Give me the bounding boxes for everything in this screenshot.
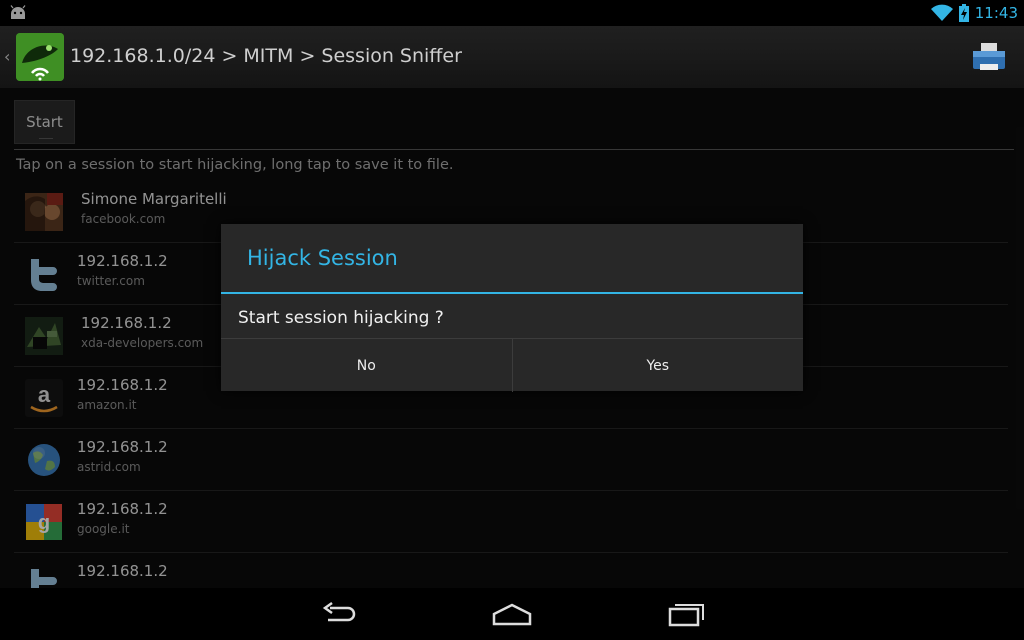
back-icon[interactable] <box>318 600 358 628</box>
status-bar: 11:43 <box>0 0 1024 26</box>
no-button[interactable]: No <box>221 339 512 392</box>
action-bar: ‹ 192.168.1.0/24 > MITM > Session Sniffe… <box>0 26 1024 88</box>
recents-icon[interactable] <box>666 600 706 628</box>
wifi-icon <box>930 4 953 21</box>
android-icon <box>10 5 26 19</box>
hijack-session-dialog: Hijack Session Start session hijacking ?… <box>221 224 803 392</box>
clock: 11:43 <box>974 4 1018 22</box>
dialog-title: Hijack Session <box>247 246 398 270</box>
navigation-bar <box>0 588 1024 640</box>
dialog-button-bar: No Yes <box>221 338 803 392</box>
dialog-title-divider <box>221 292 803 294</box>
dialog-message: Start session hijacking ? <box>238 308 444 328</box>
home-icon[interactable] <box>492 600 532 628</box>
page-title: 192.168.1.0/24 > MITM > Session Sniffer <box>70 45 462 67</box>
chevron-left-icon[interactable]: ‹ <box>4 47 10 66</box>
battery-charging-icon <box>958 4 969 22</box>
app-logo-icon[interactable] <box>16 33 64 81</box>
printer-icon[interactable] <box>972 40 1006 74</box>
yes-button[interactable]: Yes <box>513 339 804 392</box>
